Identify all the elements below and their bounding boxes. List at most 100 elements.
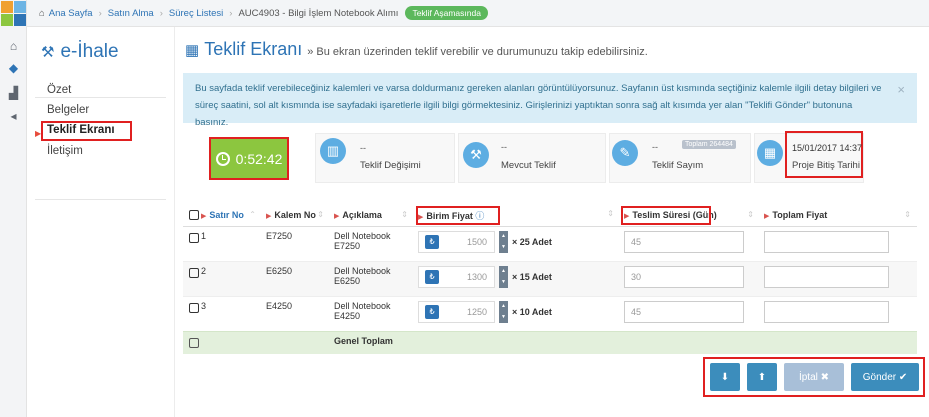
download-icon: ⬇: [720, 371, 730, 383]
alert-text: Bu sayfada teklif verebileceğiniz kaleml…: [195, 83, 882, 128]
quantity-label: × 25 Adet: [512, 236, 552, 247]
total-price-input[interactable]: [764, 300, 889, 323]
app-logo[interactable]: [0, 0, 27, 27]
page-header: ▦ Teklif Ekranı » Bu ekran üzerinden tek…: [185, 39, 648, 60]
currency-icon: ₺: [425, 234, 439, 249]
submit-button[interactable]: Gönder ✔: [851, 363, 919, 391]
close-icon: ✖: [820, 371, 830, 383]
page-title: Teklif Ekranı: [204, 39, 303, 59]
cell-description: Dell Notebook E4250: [330, 295, 414, 331]
row-checkbox[interactable]: [183, 225, 199, 261]
cell-unit-price: ₺ 1250 ▲ ▼ × 10 Adet: [414, 295, 620, 331]
cell-total: [760, 295, 917, 331]
card-value: 15/01/2017 14:37: [792, 143, 863, 153]
select-all-checkbox[interactable]: [183, 205, 199, 227]
upload-button[interactable]: ⬆: [747, 363, 777, 391]
cell-row-no: 3: [197, 295, 262, 331]
price-stepper[interactable]: ▲ ▼: [499, 300, 508, 323]
breadcrumb-current: AUC4903 - Bilgi İşlem Notebook Alımı: [238, 7, 399, 19]
cell-unit-price: ₺ 1300 ▲ ▼ × 15 Adet: [414, 260, 620, 296]
cell-row-no: 2: [197, 260, 262, 296]
card-value: --: [360, 143, 366, 153]
card-label: Proje Bitiş Tarihi: [792, 160, 860, 171]
sidebar-item-documents[interactable]: Belgeler: [47, 104, 89, 116]
card-value: --: [652, 142, 658, 152]
breadcrumb-home[interactable]: Ana Sayfa: [49, 8, 93, 19]
page-description: » Bu ekran üzerinden teklif verebilir ve…: [307, 46, 648, 58]
divider: [35, 97, 166, 98]
delivery-input[interactable]: 30: [624, 265, 744, 288]
row-checkbox[interactable]: [183, 260, 199, 296]
breadcrumb-process-list[interactable]: Süreç Listesi: [169, 8, 223, 19]
card-bid-change: ▥ -- Teklif Değişimi: [315, 133, 455, 183]
table-row: 2 E6250 Dell Notebook E6250 ₺ 1300 ▲ ▼ × 15 …: [183, 260, 917, 296]
col-row-no[interactable]: ▶ Satır No ⌃: [197, 205, 262, 227]
main-content: ▦ Teklif Ekranı » Bu ekran üzerinden tek…: [175, 27, 929, 417]
delivery-input[interactable]: 45: [624, 300, 744, 323]
col-item-no[interactable]: ▶ Kalem No ⇕: [262, 205, 330, 227]
sidebar-item-summary[interactable]: Özet: [47, 84, 71, 96]
card-value: --: [501, 142, 507, 152]
col-delivery-time[interactable]: ▶ Teslim Süresi (Gün) ⇕: [620, 205, 760, 227]
unit-price-input[interactable]: ₺ 1300: [418, 265, 495, 288]
cancel-button[interactable]: İptal ✖: [784, 363, 844, 391]
home-icon[interactable]: ⌂: [5, 38, 22, 55]
total-checkbox[interactable]: [183, 330, 199, 354]
download-button[interactable]: ⬇: [710, 363, 740, 391]
cell-item-no: E7250: [262, 225, 330, 261]
col-unit-price[interactable]: ▶ Birim Fiyat ⓘ ⇕: [414, 205, 620, 227]
edit-icon: ✎: [612, 140, 638, 166]
breadcrumb-separator: ›: [159, 7, 163, 19]
breadcrumb-purchasing[interactable]: Satın Alma: [108, 8, 154, 19]
status-badge: Teklif Aşamasında: [405, 6, 488, 20]
gavel-icon: ⚒: [463, 142, 489, 168]
quantity-label: × 10 Adet: [512, 306, 552, 317]
col-description[interactable]: ▶ Açıklama ⇕: [330, 205, 414, 227]
timer-value: 0:52:42: [235, 150, 283, 167]
total-badge: Toplam 264484: [682, 140, 736, 149]
table-row: 1 E7250 Dell Notebook E7250 ₺ 1500 ▲ ▼ × 25 …: [183, 225, 917, 261]
unit-price-input[interactable]: ₺ 1500: [418, 230, 495, 253]
cube-icon[interactable]: ◆: [5, 60, 22, 77]
cell-unit-price: ₺ 1500 ▲ ▼ × 25 Adet: [414, 225, 620, 261]
highlight-box: [41, 121, 132, 141]
home-icon[interactable]: ⌂: [39, 8, 45, 19]
divider: [35, 199, 166, 200]
unit-price-input[interactable]: ₺ 1250: [418, 300, 495, 323]
cell-total: [760, 225, 917, 261]
breadcrumb-separator: ›: [229, 7, 233, 19]
table-row: 3 E4250 Dell Notebook E4250 ₺ 1250 ▲ ▼ × 10 …: [183, 295, 917, 331]
chart-icon[interactable]: ▟: [5, 85, 22, 102]
total-price-input[interactable]: [764, 230, 889, 253]
calendar-icon: ▦: [757, 140, 783, 166]
breadcrumb-separator: ›: [98, 7, 102, 19]
quantity-label: × 15 Adet: [512, 271, 552, 282]
col-total-price[interactable]: ▶ Toplam Fiyat ⇕: [760, 205, 917, 227]
cell-item-no: E4250: [262, 295, 330, 331]
cell-total: [760, 260, 917, 296]
total-row: Genel Toplam: [183, 330, 917, 354]
price-stepper[interactable]: ▲ ▼: [499, 230, 508, 253]
price-stepper[interactable]: ▲ ▼: [499, 265, 508, 288]
row-checkbox[interactable]: [183, 295, 199, 331]
chart-icon: ▥: [320, 138, 346, 164]
total-price-input[interactable]: [764, 265, 889, 288]
gavel-icon: ⚒: [41, 44, 55, 61]
sidebar: ⚒ e-İhale Özet Belgeler ▶ Teklif Ekranı …: [27, 27, 175, 417]
delivery-input[interactable]: 45: [624, 230, 744, 253]
collapse-icon[interactable]: ◂: [5, 108, 22, 125]
card-label: Mevcut Teklif: [501, 160, 556, 171]
cell-row-no: 1: [197, 225, 262, 261]
brand: ⚒ e-İhale: [41, 41, 119, 63]
upload-icon: ⬆: [757, 371, 767, 383]
sidebar-item-contact[interactable]: İletişim: [47, 145, 83, 157]
submit-label: Gönder: [862, 371, 897, 383]
card-end-date: ▦ 15/01/2017 14:37 Proje Bitiş Tarihi: [754, 131, 864, 183]
total-label: Genel Toplam: [330, 330, 414, 354]
close-icon[interactable]: ×: [897, 81, 905, 98]
brand-title: e-İhale: [60, 41, 119, 62]
currency-icon: ₺: [425, 304, 439, 319]
cancel-label: İptal: [798, 371, 818, 383]
card-current-bid: ⚒ -- Mevcut Teklif: [458, 133, 606, 183]
card-label: Teklif Değişimi: [360, 160, 421, 171]
